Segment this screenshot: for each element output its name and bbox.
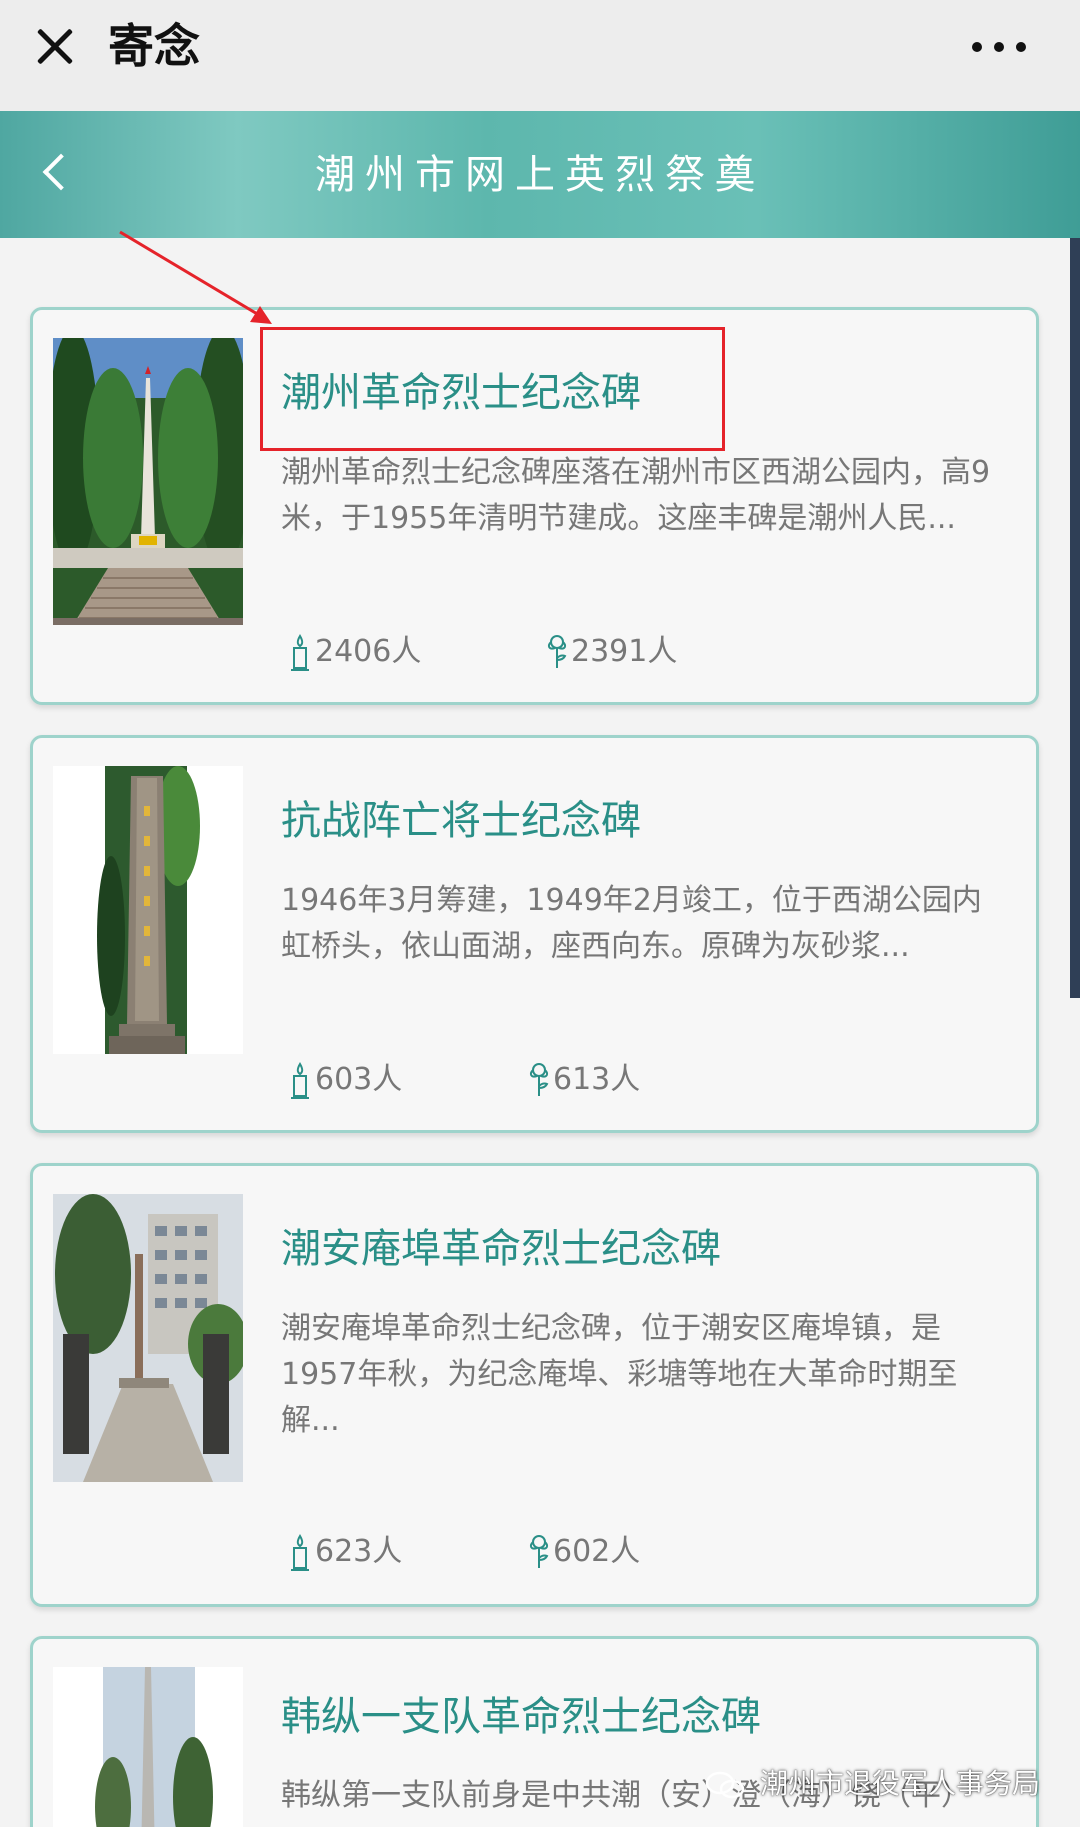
memorial-photo (53, 338, 243, 625)
memorial-photo (53, 766, 243, 1054)
flower-icon (529, 1535, 549, 1568)
memorial-description: 潮州革命烈士纪念碑座落在潮州市区西湖公园内，高9米，于1955年清明节建成。这座… (281, 455, 991, 536)
candle-count-label: 623人 (315, 1534, 403, 1569)
memorial-title[interactable]: 韩纵一支队革命烈士纪念碑 (281, 1689, 761, 1745)
candle-icon (291, 634, 309, 671)
flower-count-label: 2391人 (571, 634, 678, 669)
flower-icon (547, 635, 567, 668)
memorial-photo (53, 1194, 243, 1482)
memorial-photo (53, 1667, 243, 1827)
memorial-title[interactable]: 抗战阵亡将士纪念碑 (281, 793, 641, 849)
memorial-card[interactable]: 潮安庵埠革命烈士纪念碑 潮安庵埠革命烈士纪念碑，位于潮安区庵埠镇，是1957年秋… (30, 1163, 1039, 1607)
watermark-text: 潮州市退役军人事务局 (759, 1767, 1040, 1800)
wechat-logo-icon (705, 1771, 745, 1799)
close-icon[interactable] (30, 22, 78, 70)
flower-icon (529, 1063, 549, 1096)
flower-count-label: 613人 (553, 1062, 641, 1097)
page-title: 潮州市网上英烈祭奠 (315, 152, 765, 198)
more-icon[interactable] (972, 38, 1028, 54)
window-title: 寄念 (108, 19, 200, 73)
candle-icon (291, 1062, 309, 1099)
candle-icon (291, 1534, 309, 1571)
memorial-card[interactable]: 抗战阵亡将士纪念碑 1946年3月筹建，1949年2月竣工，位于西湖公园内虹桥头… (30, 735, 1039, 1133)
top-bar: 寄念 (0, 0, 1080, 111)
memorial-title[interactable]: 潮州革命烈士纪念碑 (281, 365, 641, 421)
memorial-title[interactable]: 潮安庵埠革命烈士纪念碑 (281, 1221, 721, 1277)
memorial-card[interactable]: 潮州革命烈士纪念碑 潮州革命烈士纪念碑座落在潮州市区西湖公园内，高9米，于195… (30, 307, 1039, 705)
candle-count-label: 603人 (315, 1062, 403, 1097)
memorial-description: 1946年3月筹建，1949年2月竣工，位于西湖公园内虹桥头，依山面湖，座西向东… (281, 883, 982, 964)
candle-count-label: 2406人 (315, 634, 422, 669)
page-header: 潮州市网上英烈祭奠 (0, 111, 1080, 238)
watermark: 潮州市退役军人事务局 (705, 1762, 1040, 1802)
memorial-description: 潮安庵埠革命烈士纪念碑，位于潮安区庵埠镇，是1957年秋，为纪念庵埠、彩塘等地在… (281, 1311, 958, 1438)
scrollbar[interactable] (1070, 238, 1080, 998)
flower-count-label: 602人 (553, 1534, 641, 1569)
